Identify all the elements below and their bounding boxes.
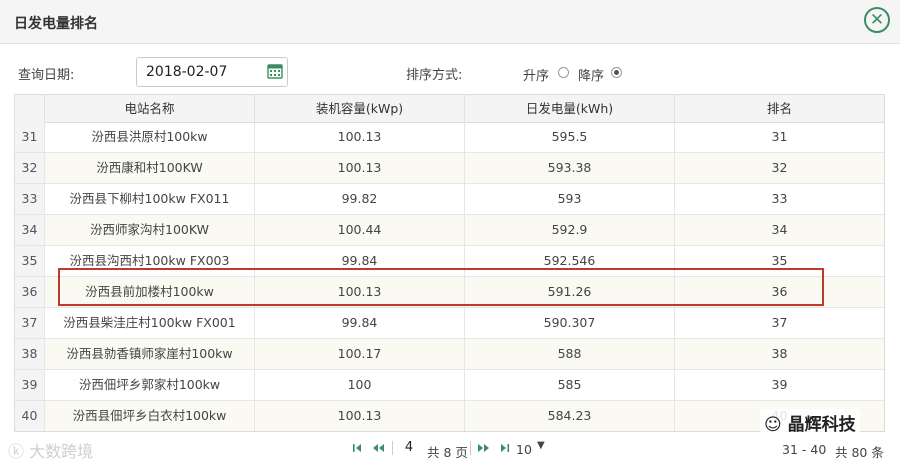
station-name: 汾西县柴洼庄村100kw FX001 <box>44 308 254 338</box>
sort-desc-label: 降序 <box>578 69 605 84</box>
row-index: 37 <box>15 308 44 338</box>
row-index: 33 <box>15 184 44 214</box>
row-index: 40 <box>15 401 44 431</box>
capacity-value: 99.84 <box>254 246 464 276</box>
station-name: 汾西县下柳村100kw FX011 <box>44 184 254 214</box>
station-name: 汾西康和村100KW <box>44 153 254 183</box>
generation-value: 592.546 <box>464 246 674 276</box>
rank-value: 34 <box>674 215 884 245</box>
index-header <box>15 95 44 122</box>
rank-value: 32 <box>674 153 884 183</box>
rank-value: 33 <box>674 184 884 214</box>
table-row[interactable]: 38 汾西县勍香镇师家崖村100kw 100.17 588 38 <box>15 339 884 370</box>
generation-value: 595.5 <box>464 122 674 152</box>
dialog-titlebar: 日发电量排名 ✕ <box>0 0 900 44</box>
capacity-value: 99.84 <box>254 308 464 338</box>
rank-value: 39 <box>674 370 884 400</box>
record-total: 共 80 条 <box>835 445 884 460</box>
column-header-name[interactable]: 电站名称 <box>44 95 254 122</box>
next-page-icon[interactable] <box>477 443 491 453</box>
table-header: 电站名称 装机容量(kWp) 日发电量(kWh) 排名 <box>15 95 884 123</box>
table-row[interactable]: 40汾西县佃坪乡白衣村100kw100.13584.2340 <box>15 401 884 431</box>
date-value: 2018-02-07 <box>146 64 228 80</box>
total-pages: 共 8 页 <box>427 445 468 460</box>
generation-value: 584.23 <box>464 401 674 431</box>
ranking-table: 电站名称 装机容量(kWp) 日发电量(kWh) 排名 31 汾西县洪原村100k… <box>14 94 885 432</box>
capacity-value: 100.44 <box>254 215 464 245</box>
chevron-down-icon[interactable]: ▼ <box>537 440 545 451</box>
pager-divider <box>392 441 393 455</box>
pager-divider <box>470 441 471 455</box>
station-name: 汾西县洪原村100kw <box>44 122 254 152</box>
generation-value: 592.9 <box>464 215 674 245</box>
station-name: 汾西师家沟村100KW <box>44 215 254 245</box>
table-row[interactable]: 37 汾西县柴洼庄村100kw FX001 99.84 590.307 37 <box>15 308 884 339</box>
generation-value: 593 <box>464 184 674 214</box>
brand-text: 晶辉科技 <box>787 415 856 435</box>
capacity-value: 100.13 <box>254 122 464 152</box>
row-index: 34 <box>15 215 44 245</box>
table-row[interactable]: 34 汾西师家沟村100KW 100.44 592.9 34 <box>15 215 884 246</box>
close-icon: ✕ <box>869 9 885 30</box>
capacity-value: 100.13 <box>254 401 464 431</box>
watermark-icon: ⓚ <box>8 442 25 461</box>
date-label: 查询日期: <box>18 68 75 83</box>
record-range: 31 - 40 <box>782 442 827 457</box>
row-index: 31 <box>15 122 44 152</box>
station-name: 汾西佃坪乡郭家村100kw <box>44 370 254 400</box>
row-index: 36 <box>15 277 44 307</box>
rank-value: 37 <box>674 308 884 338</box>
column-header-capacity[interactable]: 装机容量(kWp) <box>254 95 464 122</box>
sort-label: 排序方式: <box>406 68 463 83</box>
row-index: 38 <box>15 339 44 369</box>
station-name: 汾西县勍香镇师家崖村100kw <box>44 339 254 369</box>
sort-desc-radio[interactable] <box>611 67 622 78</box>
date-field[interactable]: 2018-02-07 <box>136 57 288 87</box>
station-name: 汾西县沟西村100kw FX003 <box>44 246 254 276</box>
capacity-value: 99.82 <box>254 184 464 214</box>
row-index: 32 <box>15 153 44 183</box>
page-number-input[interactable]: 4 <box>398 438 420 458</box>
table-row[interactable]: 39 汾西佃坪乡郭家村100kw 100 585 39 <box>15 370 884 401</box>
close-button[interactable]: ✕ <box>864 7 890 33</box>
generation-value: 585 <box>464 370 674 400</box>
rank-value: 35 <box>674 246 884 276</box>
calendar-icon[interactable] <box>267 63 283 79</box>
watermark-text: 大数跨境 <box>29 442 94 461</box>
capacity-value: 100.13 <box>254 277 464 307</box>
table-row[interactable]: 32 汾西康和村100KW 100.13 593.38 32 <box>15 153 884 184</box>
table-row[interactable]: 36 汾西县前加楼村100kw 100.13 591.26 36 <box>15 277 884 308</box>
generation-value: 590.307 <box>464 308 674 338</box>
row-index: 39 <box>15 370 44 400</box>
rank-value: 38 <box>674 339 884 369</box>
brand-badge: ☺ 晶辉科技 <box>760 409 860 436</box>
station-name: 汾西县前加楼村100kw <box>44 277 254 307</box>
generation-value: 591.26 <box>464 277 674 307</box>
wechat-icon: ☺ <box>764 415 782 435</box>
capacity-value: 100 <box>254 370 464 400</box>
column-header-generation[interactable]: 日发电量(kWh) <box>464 95 674 122</box>
column-header-rank[interactable]: 排名 <box>674 95 884 122</box>
first-page-icon[interactable] <box>352 443 366 453</box>
sort-asc-radio[interactable] <box>558 67 569 78</box>
station-name: 汾西县佃坪乡白衣村100kw <box>44 401 254 431</box>
dialog-title: 日发电量排名 <box>14 16 98 32</box>
generation-value: 593.38 <box>464 153 674 183</box>
page-size-select[interactable]: 10 <box>516 442 532 457</box>
table-row[interactable]: 31 汾西县洪原村100kw 100.13 595.5 31 <box>15 122 884 153</box>
rank-value: 31 <box>674 122 884 152</box>
row-index: 35 <box>15 246 44 276</box>
rank-value: 36 <box>674 277 884 307</box>
capacity-value: 100.13 <box>254 153 464 183</box>
watermark-logo: ⓚ 大数跨境 <box>8 438 93 462</box>
generation-value: 588 <box>464 339 674 369</box>
prev-page-icon[interactable] <box>371 443 385 453</box>
table-row[interactable]: 33 汾西县下柳村100kw FX011 99.82 593 33 <box>15 184 884 215</box>
capacity-value: 100.17 <box>254 339 464 369</box>
table-row[interactable]: 35 汾西县沟西村100kw FX003 99.84 592.546 35 <box>15 246 884 277</box>
last-page-icon[interactable] <box>497 443 511 453</box>
sort-asc-label: 升序 <box>523 69 550 84</box>
